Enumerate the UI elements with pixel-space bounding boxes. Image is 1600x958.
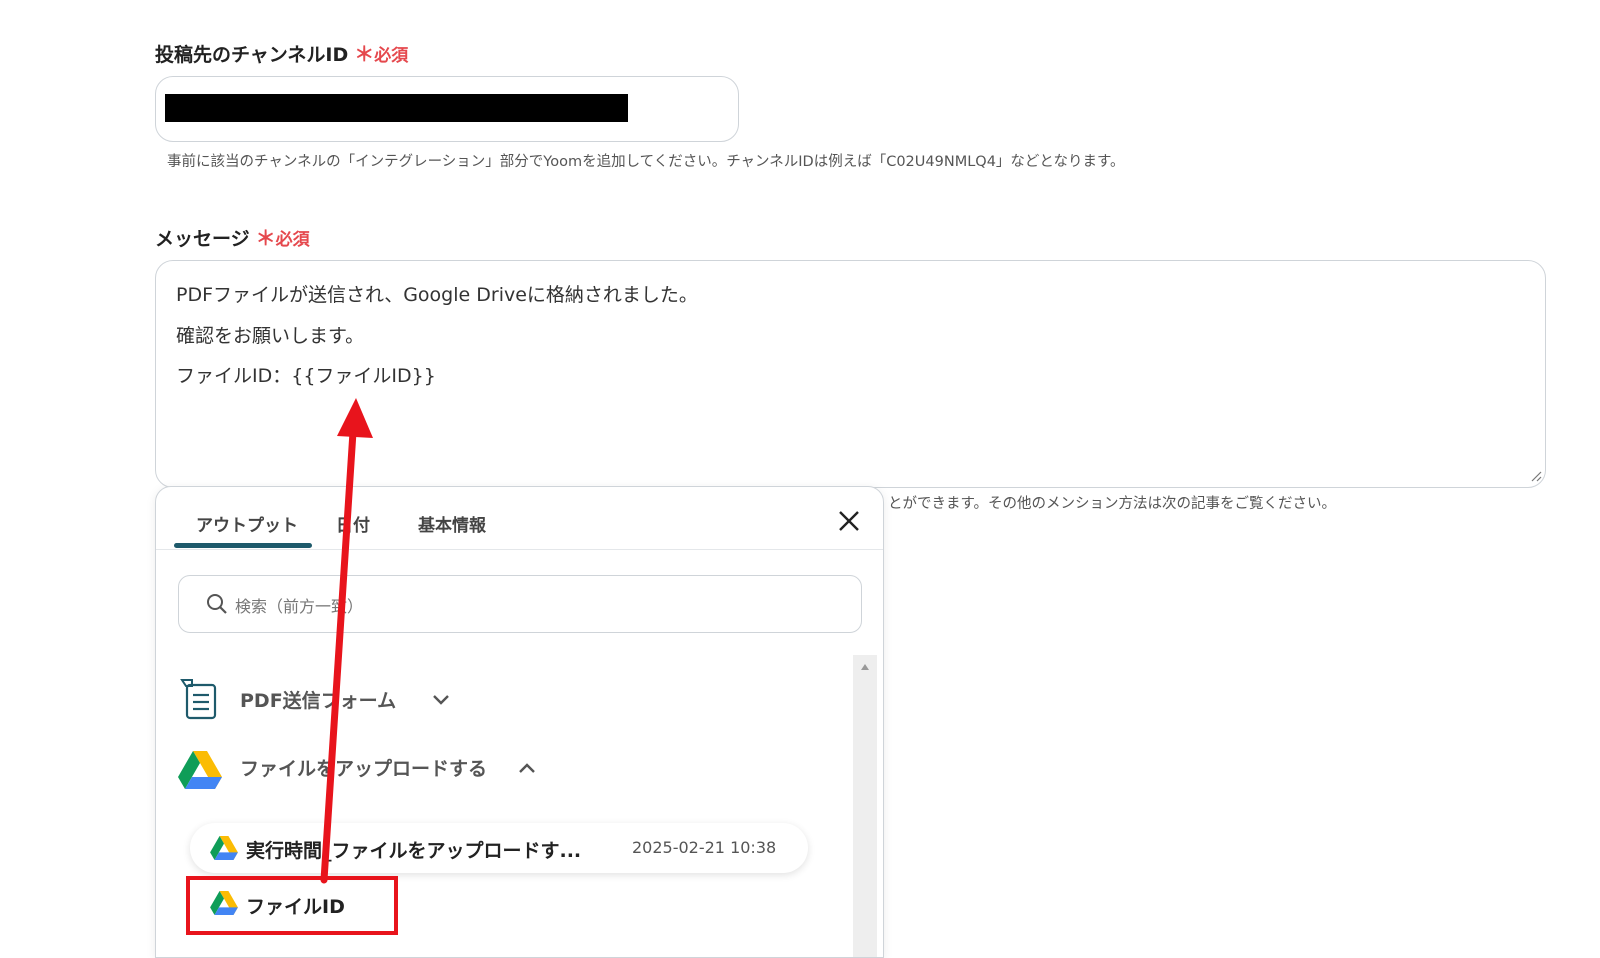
tab-divider xyxy=(156,549,883,550)
google-drive-icon xyxy=(210,836,238,860)
annotation-highlight-box xyxy=(186,876,398,935)
chevron-down-icon xyxy=(433,695,449,705)
search-input[interactable]: 検索（前方一致） xyxy=(178,575,862,633)
item-timestamp: 2025-02-21 10:38 xyxy=(632,838,777,857)
resize-handle-icon[interactable] xyxy=(1530,470,1542,482)
chevron-up-icon xyxy=(519,763,535,773)
tab-active-indicator xyxy=(174,543,312,548)
group-title: ファイルをアップロードする xyxy=(240,758,488,780)
group-upload-file[interactable]: ファイルをアップロードする xyxy=(178,745,818,795)
required-text: 必須 xyxy=(374,46,409,66)
scroll-up-icon[interactable] xyxy=(860,663,870,671)
scrollbar[interactable] xyxy=(853,655,877,957)
required-badge: ＊必須 xyxy=(256,226,310,250)
message-label-text: メッセージ xyxy=(155,228,250,250)
tab-date[interactable]: 日付 xyxy=(336,511,370,536)
search-icon xyxy=(207,594,227,614)
output-item-execution-time[interactable]: 実行時間_ファイルをアップロードす... 2025-02-21 10:38 xyxy=(190,823,808,873)
message-label: メッセージ ＊必須 xyxy=(155,222,310,251)
channel-id-label-text: 投稿先のチャンネルID xyxy=(155,44,349,66)
redacted-value xyxy=(165,94,628,122)
tab-basic-info[interactable]: 基本情報 xyxy=(418,511,486,536)
required-badge: ＊必須 xyxy=(354,42,409,66)
required-text: 必須 xyxy=(275,230,310,250)
channel-id-label: 投稿先のチャンネルID ＊必須 xyxy=(155,38,408,67)
message-line: 確認をお願いします。 xyxy=(176,325,365,347)
channel-id-help: 事前に該当のチャンネルの「インテグレーション」部分でYoomを追加してください。… xyxy=(167,154,1125,170)
message-line: PDFファイルが送信され、Google Driveに格納されました。 xyxy=(176,284,698,306)
group-pdf-form[interactable]: PDF送信フォーム xyxy=(178,677,818,727)
required-star: ＊ xyxy=(354,42,375,66)
close-icon[interactable] xyxy=(835,507,863,535)
search-placeholder: 検索（前方一致） xyxy=(235,597,364,616)
required-star: ＊ xyxy=(255,226,276,250)
tab-output[interactable]: アウトプット xyxy=(196,511,298,536)
form-icon xyxy=(180,679,217,720)
message-help: とができます。その他のメンション方法は次の記事をご覧ください。 xyxy=(888,496,1337,512)
google-drive-icon xyxy=(178,751,222,789)
message-line: ファイルID：{{ファイルID}} xyxy=(176,365,436,387)
group-title: PDF送信フォーム xyxy=(240,690,397,712)
item-title: 実行時間_ファイルをアップロードす... xyxy=(246,840,582,862)
